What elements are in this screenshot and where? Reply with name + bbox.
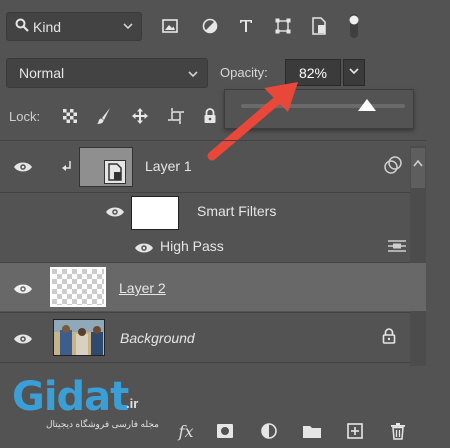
lock-label: Lock: bbox=[9, 109, 41, 124]
divider bbox=[0, 362, 426, 363]
add-mask-icon[interactable] bbox=[213, 420, 237, 442]
blend-mode-label: Normal bbox=[19, 65, 65, 81]
visibility-eye-icon[interactable] bbox=[104, 204, 126, 220]
visibility-eye-icon[interactable] bbox=[12, 159, 34, 175]
smart-filters-indicator-icon[interactable] bbox=[383, 156, 403, 179]
opacity-slider-thumb[interactable] bbox=[358, 99, 376, 111]
fx-icon[interactable]: fx bbox=[174, 420, 198, 442]
lock-artboard-icon[interactable] bbox=[164, 104, 188, 128]
visibility-eye-icon[interactable] bbox=[12, 331, 34, 347]
adjustment-filter-icon[interactable] bbox=[197, 12, 223, 40]
blend-mode-select[interactable]: Normal bbox=[6, 58, 208, 88]
delete-layer-icon[interactable] bbox=[386, 420, 410, 442]
lock-image-pixels-icon[interactable] bbox=[92, 104, 116, 128]
smart-filters-label: Smart Filters bbox=[197, 203, 277, 219]
watermark-logo: Gidat bbox=[12, 374, 129, 420]
visibility-eye-icon[interactable] bbox=[12, 281, 34, 297]
watermark-tld: .ir bbox=[126, 396, 139, 411]
watermark-tagline: مجله فارسی فروشگاه دیجیتال bbox=[46, 419, 159, 429]
layer-thumbnail-photo bbox=[53, 319, 105, 356]
layer-name[interactable]: Layer 1 bbox=[145, 158, 192, 174]
smart-object-filter-icon[interactable] bbox=[306, 12, 332, 40]
shape-filter-icon[interactable] bbox=[270, 12, 296, 40]
layer-row-layer-2[interactable]: Layer 2 bbox=[0, 263, 426, 311]
clipping-mask-icon bbox=[62, 160, 72, 177]
chevron-down-icon bbox=[348, 65, 360, 80]
filter-row-high-pass[interactable]: High Pass bbox=[0, 231, 408, 262]
type-filter-icon[interactable] bbox=[233, 12, 259, 40]
opacity-dropdown-button[interactable] bbox=[343, 59, 365, 86]
new-layer-icon[interactable] bbox=[343, 420, 367, 442]
image-filter-icon[interactable] bbox=[157, 12, 183, 40]
smart-filter-mask-thumbnail[interactable] bbox=[131, 196, 179, 230]
scroll-up-icon[interactable] bbox=[412, 156, 424, 171]
layer-row-background[interactable]: Background bbox=[0, 313, 408, 362]
filter-name[interactable]: High Pass bbox=[160, 238, 224, 254]
filter-toggle-icon[interactable] bbox=[344, 12, 364, 40]
filter-kind-label: Kind bbox=[33, 18, 62, 35]
chevron-down-icon bbox=[122, 20, 134, 35]
visibility-eye-icon[interactable] bbox=[133, 240, 155, 256]
search-icon bbox=[15, 18, 29, 35]
new-group-icon[interactable] bbox=[300, 420, 324, 442]
layer-row-layer-1[interactable]: Layer 1 bbox=[0, 141, 408, 192]
layer-thumbnail bbox=[79, 147, 133, 187]
layer-thumbnail-transparent[interactable] bbox=[50, 267, 106, 307]
layer-locked-icon[interactable] bbox=[382, 328, 396, 347]
smart-object-badge-icon bbox=[104, 160, 126, 184]
layer-name[interactable]: Layer 2 bbox=[119, 280, 166, 296]
chevron-down-icon bbox=[187, 67, 199, 83]
layer-name[interactable]: Background bbox=[120, 330, 195, 346]
filter-kind-select[interactable]: Kind bbox=[6, 12, 142, 41]
smart-filters-row[interactable]: Smart Filters bbox=[0, 193, 408, 230]
lock-position-icon[interactable] bbox=[128, 104, 152, 128]
lock-transparent-pixels-icon[interactable] bbox=[58, 104, 82, 128]
new-adjustment-icon[interactable] bbox=[257, 420, 281, 442]
filter-blending-options-icon[interactable] bbox=[386, 238, 408, 257]
